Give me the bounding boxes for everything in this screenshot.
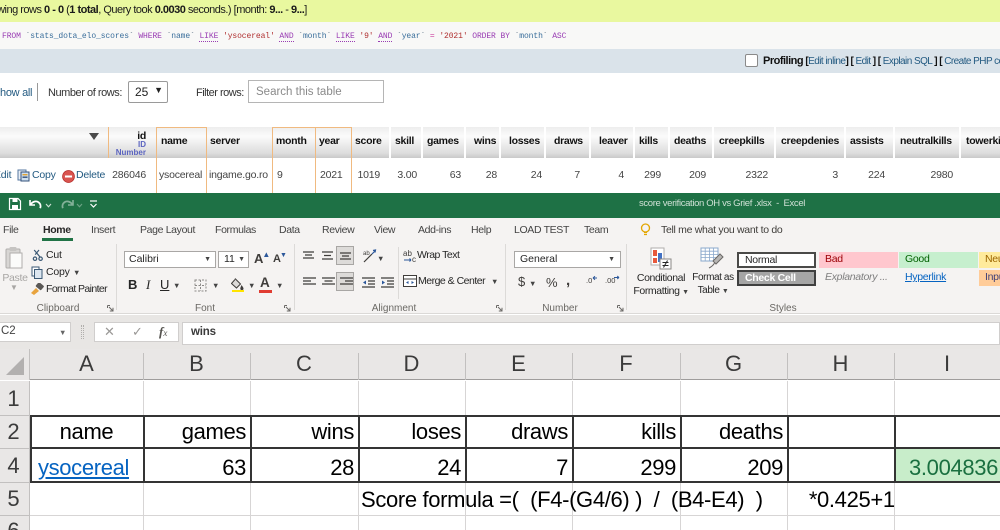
- svg-text:ab: ab: [363, 251, 370, 257]
- svg-text:c: c: [412, 255, 416, 262]
- svg-text:.00: .00: [605, 276, 615, 285]
- svg-text:.0: .0: [586, 276, 592, 285]
